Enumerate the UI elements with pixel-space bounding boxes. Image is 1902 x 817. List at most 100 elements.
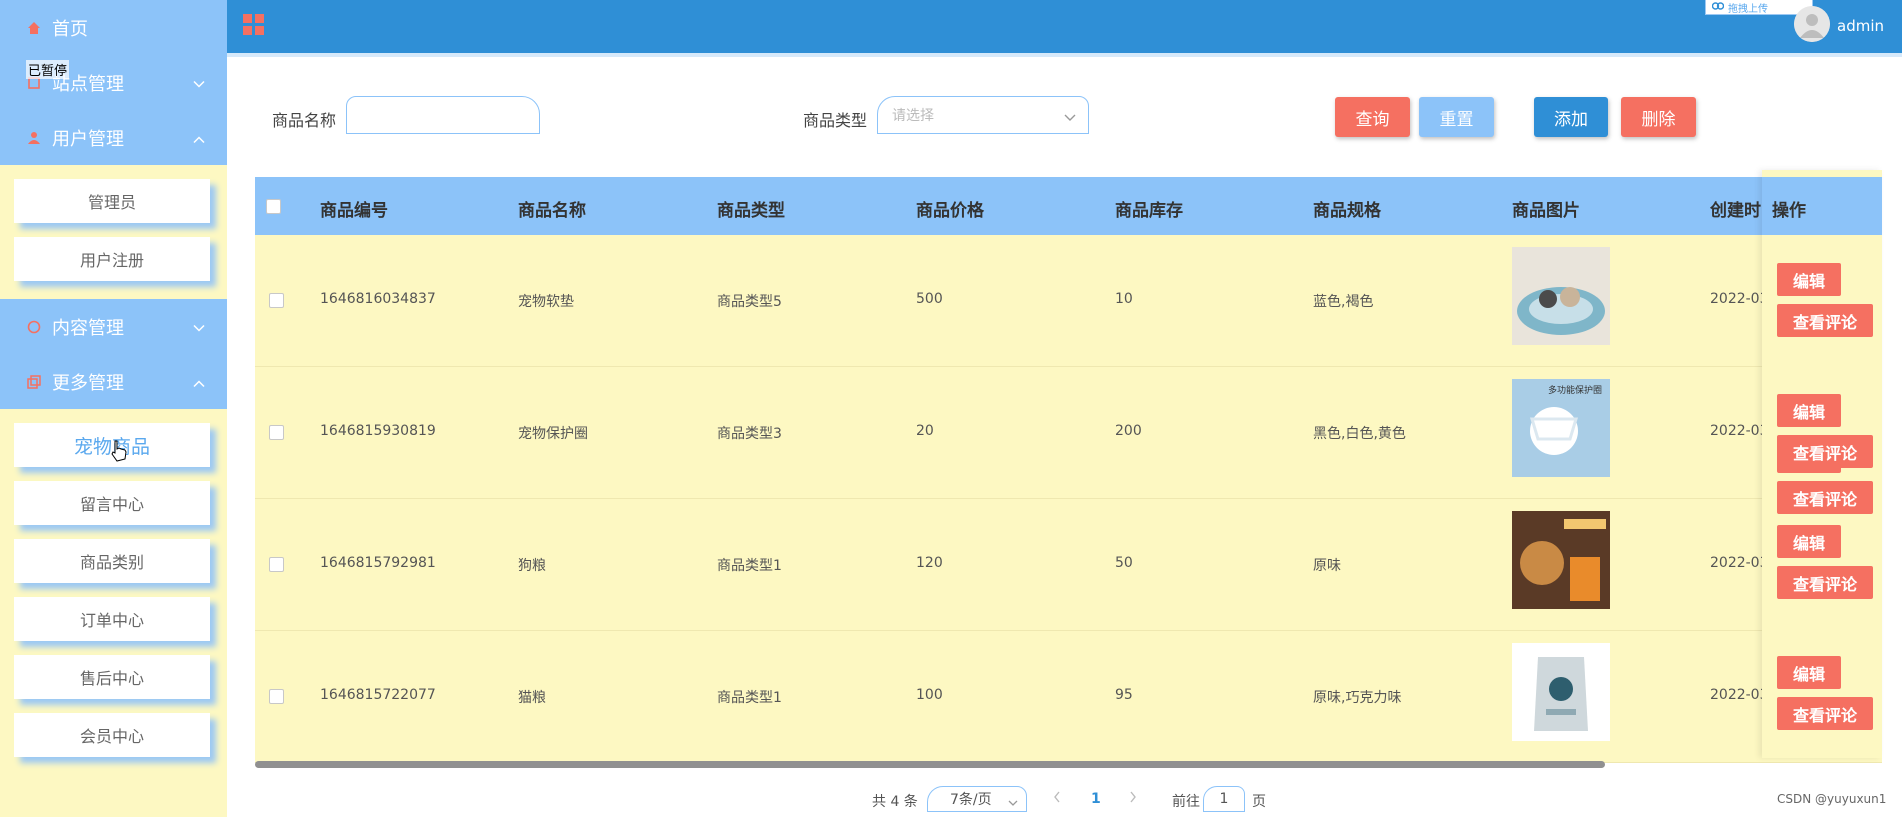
chevron-up-icon — [193, 127, 205, 148]
col-product-id: 商品编号 — [320, 201, 388, 221]
search-row: 商品名称 商品类型 请选择 查询 重置 添加 删除 — [227, 93, 1902, 143]
menu-user-mgmt[interactable]: 用户管理 — [0, 110, 227, 165]
edit-button[interactable]: 编辑 — [1777, 394, 1841, 427]
delete-button[interactable]: 删除 — [1621, 97, 1696, 137]
col-product-image: 商品图片 — [1512, 201, 1580, 221]
user-name[interactable]: admin — [1837, 17, 1884, 35]
chevron-down-icon — [1008, 795, 1018, 811]
cell-created: 2022-03 — [1710, 687, 1769, 703]
menu-home-label: 首页 — [52, 18, 88, 40]
edit-button[interactable]: 编辑 — [1777, 656, 1841, 689]
view-comments-button[interactable]: 查看评论 — [1777, 566, 1873, 599]
chevron-down-icon — [193, 72, 205, 93]
table-header: 商品编号 商品名称 商品类型 商品价格 商品库存 商品规格 商品图片 创建时 — [255, 177, 1882, 235]
top-header: 拖拽上传 admin — [227, 0, 1902, 57]
product-table: 商品编号 商品名称 商品类型 商品价格 商品库存 商品规格 商品图片 创建时 1… — [255, 170, 1882, 763]
product-image-pet-collar[interactable]: 多功能保护圈 — [1512, 379, 1610, 477]
cell-spec: 原味,巧克力味 — [1313, 690, 1402, 706]
menu-more-mgmt[interactable]: 更多管理 — [0, 354, 227, 409]
cell-created: 2022-03 — [1710, 555, 1769, 571]
product-image-dog-food[interactable] — [1512, 511, 1610, 609]
view-comments-button[interactable]: 查看评论 — [1777, 697, 1873, 730]
col-product-name: 商品名称 — [518, 201, 586, 221]
cell-stock: 95 — [1115, 687, 1133, 703]
product-image-pet-bed[interactable] — [1512, 247, 1610, 345]
menu-content-mgmt-label: 内容管理 — [52, 317, 124, 339]
page-number-current[interactable]: 1 — [1091, 791, 1101, 817]
cell-price: 100 — [916, 687, 943, 703]
goto-page-input[interactable]: 1 — [1203, 786, 1245, 812]
chevron-down-icon — [1064, 110, 1076, 126]
menu-home[interactable]: 首页 — [0, 0, 227, 55]
sidebar-item-message-center[interactable]: 留言中心 — [14, 481, 210, 525]
cell-price: 500 — [916, 291, 943, 307]
horizontal-scrollbar[interactable] — [255, 761, 1605, 768]
pagination-total: 共 4 条 — [872, 794, 918, 810]
page-unit-label: 页 — [1252, 794, 1266, 810]
cell-name: 狗粮 — [518, 558, 546, 574]
cell-price: 20 — [916, 423, 934, 439]
upload-chip-label: 拖拽上传 — [1728, 3, 1768, 15]
cell-id: 1646816034837 — [320, 291, 436, 307]
sidebar-item-admin[interactable]: 管理员 — [14, 179, 210, 223]
cell-stock: 10 — [1115, 291, 1133, 307]
cell-name: 宠物保护圈 — [518, 426, 588, 442]
view-comments-button[interactable]: 查看评论 — [1777, 481, 1873, 514]
col-product-type: 商品类型 — [717, 201, 785, 221]
product-type-placeholder: 请选择 — [892, 108, 934, 124]
row-checkbox[interactable] — [269, 689, 284, 704]
product-image-cat-food[interactable] — [1512, 643, 1610, 741]
cell-id: 1646815930819 — [320, 423, 436, 439]
col-product-stock: 商品库存 — [1115, 201, 1183, 221]
paused-overlay-label: 已暂停 — [26, 60, 70, 79]
prev-page-icon[interactable] — [1052, 790, 1062, 816]
view-comments-button[interactable]: 查看评论 — [1777, 304, 1873, 337]
grid-menu-icon[interactable] — [243, 14, 265, 40]
product-type-label: 商品类型 — [803, 111, 868, 130]
cell-type: 商品类型5 — [717, 294, 782, 310]
cell-id: 1646815722077 — [320, 687, 436, 703]
product-name-input[interactable] — [346, 96, 540, 134]
edit-button[interactable]: 编辑 — [1777, 525, 1841, 558]
add-button[interactable]: 添加 — [1534, 97, 1608, 137]
sidebar-item-user-register[interactable]: 用户注册 — [14, 237, 210, 281]
avatar[interactable] — [1794, 6, 1830, 42]
cell-created: 2022-03 — [1710, 423, 1769, 439]
sidebar-item-order-center[interactable]: 订单中心 — [14, 597, 210, 641]
copy-icon — [26, 374, 42, 390]
user-submenu: 管理员 用户注册 — [0, 165, 227, 299]
menu-content-mgmt[interactable]: 内容管理 — [0, 299, 227, 354]
col-product-spec: 商品规格 — [1313, 201, 1381, 221]
page-size-value: 7条/页 — [950, 792, 992, 808]
collar-caption: 多功能保护圈 — [1548, 384, 1602, 396]
query-button[interactable]: 查询 — [1335, 97, 1410, 137]
sidebar-item-product-category[interactable]: 商品类别 — [14, 539, 210, 583]
cell-spec: 黑色,白色,黄色 — [1313, 426, 1406, 442]
page-size-select[interactable]: 7条/页 — [927, 786, 1027, 812]
select-all-checkbox[interactable] — [266, 199, 281, 214]
table-row: 1646815722077 猫粮 商品类型1 100 95 原味,巧克力味 20… — [255, 631, 1882, 763]
col-product-price: 商品价格 — [916, 201, 984, 221]
home-icon — [26, 20, 42, 36]
reset-button[interactable]: 重置 — [1419, 97, 1494, 137]
edit-button[interactable]: 编辑 — [1777, 263, 1841, 296]
cell-type: 商品类型1 — [717, 690, 782, 706]
row-checkbox[interactable] — [269, 425, 284, 440]
sidebar-item-member-center[interactable]: 会员中心 — [14, 713, 210, 757]
next-page-icon[interactable] — [1128, 790, 1138, 816]
col-operations: 操作 — [1762, 177, 1882, 235]
product-type-select[interactable]: 请选择 — [877, 96, 1089, 134]
upload-icon — [1711, 1, 1725, 14]
row-checkbox[interactable] — [269, 293, 284, 308]
row-checkbox[interactable] — [269, 557, 284, 572]
cell-name: 猫粮 — [518, 690, 546, 706]
chat-icon — [26, 319, 42, 335]
cell-name: 宠物软垫 — [518, 294, 574, 310]
sidebar-item-after-sales[interactable]: 售后中心 — [14, 655, 210, 699]
chevron-down-icon — [193, 316, 205, 337]
goto-label: 前往 — [1172, 794, 1200, 810]
view-comments-button[interactable]: 查看评论 — [1777, 435, 1873, 468]
cell-created: 2022-03 — [1710, 291, 1769, 307]
cell-type: 商品类型1 — [717, 558, 782, 574]
watermark: CSDN @yuyuxun1 — [1777, 792, 1887, 806]
